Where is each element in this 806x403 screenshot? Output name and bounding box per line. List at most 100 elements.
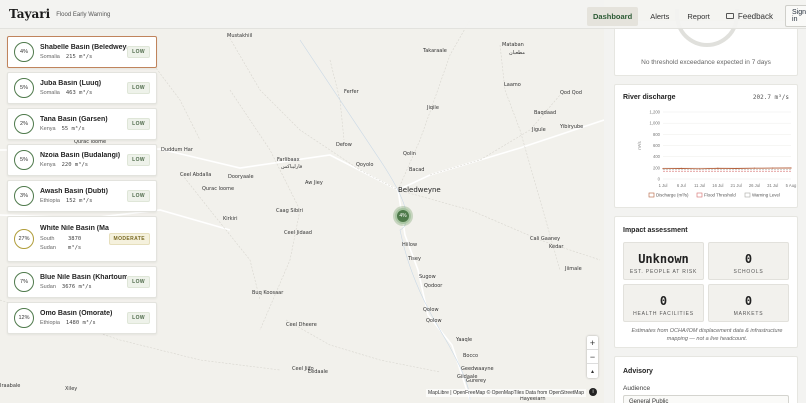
- map-place-label: Dooryaale: [228, 174, 254, 180]
- basin-card[interactable]: 12% Omo Basin (Omorate) Ethiopia 1480 m³/s L…: [7, 302, 157, 334]
- map-attribution[interactable]: MapLibre | OpenFreeMap © OpenMapTiles Da…: [426, 389, 586, 397]
- legend-swatch: [744, 192, 751, 198]
- y-tick-label: 0: [658, 177, 661, 182]
- basin-country: Ethiopia: [40, 320, 60, 326]
- basin-discharge: 220 m³/s: [61, 162, 89, 168]
- tile-health-facilities: 0 Health facilities: [623, 284, 704, 322]
- basin-country: South Sudan: [40, 236, 56, 251]
- series-point: [680, 167, 682, 169]
- map-place-label: Gurerey: [466, 378, 487, 384]
- basin-marker[interactable]: 4%: [395, 208, 411, 224]
- map-place-label: Geedwaayne: [461, 366, 494, 372]
- alert-level-badge: LOW: [127, 190, 150, 202]
- basin-name: Nzoia Basin (Budalangi): [40, 152, 121, 159]
- health-facilities-value: 0: [659, 294, 668, 308]
- map-place-label: Hiilow: [402, 242, 418, 248]
- map-place-label: Yaaqle: [456, 337, 473, 343]
- legend-swatch: [696, 192, 703, 198]
- audience-label: Audience: [623, 385, 651, 392]
- top-bar: Tayari Flood Early Warning Dashboard Ale…: [0, 0, 806, 29]
- basin-info: White Nile Basin (Malakal) South Sudan 387…: [40, 225, 109, 253]
- risk-percent: 7%: [14, 272, 34, 292]
- map-place-label: Mataban: [502, 42, 524, 48]
- map-place-label: مطعبان: [509, 50, 525, 56]
- tile-people-at-risk: Unknown Est. people at risk: [623, 242, 704, 280]
- y-axis-label: m³/s: [637, 141, 642, 149]
- risk-percent: 12%: [14, 308, 34, 328]
- basin-card[interactable]: 5% Juba Basin (Luuq) Somalia 463 m³/s LOW: [7, 72, 157, 104]
- map-place-label: Takaraale: [423, 48, 447, 54]
- map-place-label: Ceel Dheere: [286, 322, 317, 328]
- basin-name: Blue Nile Basin (Khartoum): [40, 274, 128, 281]
- basin-name: Tana Basin (Garsen): [40, 116, 108, 123]
- map-place-label: Cali Gaaney: [530, 236, 561, 242]
- reset-bearing-button[interactable]: ▴: [587, 364, 598, 378]
- basin-country: Kenya: [40, 162, 56, 168]
- basin-name: Juba Basin (Luuq): [40, 80, 102, 87]
- series-point: [717, 167, 719, 169]
- map-place-label: Baqdaad: [534, 110, 557, 116]
- health-facilities-label: Health facilities: [633, 311, 694, 317]
- basin-info: Juba Basin (Luuq) Somalia 463 m³/s: [40, 80, 127, 96]
- basin-info: Omo Basin (Omorate) Ethiopia 1480 m³/s: [40, 310, 127, 326]
- basin-meta: South Sudan 3870 m³/s: [40, 235, 109, 253]
- basin-name: Awash Basin (Dubti): [40, 188, 108, 195]
- basin-info: Blue Nile Basin (Khartoum) Sudan 3676 m³/s: [40, 274, 127, 290]
- basin-discharge: 215 m³/s: [65, 54, 93, 60]
- basin-card[interactable]: 7% Blue Nile Basin (Khartoum) Sudan 3676 m³…: [7, 266, 157, 298]
- map-place-label: Laamo: [504, 82, 521, 88]
- basin-meta: Ethiopia 152 m³/s: [40, 198, 127, 204]
- basin-country: Somalia: [40, 90, 60, 96]
- x-tick-label: 5 Aug: [786, 183, 797, 188]
- threshold-note: No threshold exceedance expected in 7 da…: [641, 59, 771, 66]
- basin-card[interactable]: 2% Tana Basin (Garsen) Kenya 55 m³/s LOW: [7, 108, 157, 140]
- basin-card[interactable]: 3% Awash Basin (Dubti) Ethiopia 152 m³/s LOW: [7, 180, 157, 212]
- basin-meta: Somalia 463 m³/s: [40, 90, 127, 96]
- risk-percent: 4%: [14, 42, 34, 62]
- zoom-in-button[interactable]: +: [587, 336, 598, 350]
- map-place-label: Ceel Abdalla: [180, 172, 212, 178]
- basin-meta: Ethiopia 1480 m³/s: [40, 320, 127, 326]
- basin-card[interactable]: 27% White Nile Basin (Malakal) South Sudan…: [7, 216, 157, 262]
- x-tick-label: 16 Jul: [712, 183, 723, 188]
- map-place-label: Jiqile: [427, 105, 439, 111]
- map-place-label: Bacad: [409, 167, 425, 173]
- map-place-label: Jigule: [532, 127, 546, 133]
- map-place-label: Qolin: [403, 151, 416, 157]
- map-place-label: Aw Jiey: [305, 180, 323, 186]
- river-discharge-title: River discharge: [623, 94, 676, 101]
- x-tick-label: 1 Jul: [659, 183, 668, 188]
- river-discharge-card: River discharge 202.7 m³/s 0 200 400 600 800…: [614, 84, 798, 208]
- alert-level-badge: LOW: [127, 118, 150, 130]
- alert-level-badge: LOW: [127, 46, 150, 58]
- schools-label: Schools: [733, 269, 764, 275]
- detail-panel: No threshold exceedance expected in 7 da…: [604, 0, 806, 403]
- basin-discharge: 463 m³/s: [65, 90, 93, 96]
- basin-discharge: 3870 m³/s: [68, 236, 82, 251]
- zoom-out-button[interactable]: −: [587, 350, 598, 364]
- tile-markets: 0 Markets: [708, 284, 789, 322]
- tab-report[interactable]: Report: [681, 7, 716, 26]
- attribution-info-icon[interactable]: i: [589, 388, 597, 396]
- series-point: [772, 167, 774, 169]
- map-place-label: Qodoor: [424, 283, 443, 289]
- alert-level-badge: LOW: [127, 82, 150, 94]
- basin-country: Somalia: [40, 54, 60, 60]
- sign-in-button[interactable]: Sign in: [785, 5, 806, 27]
- basin-card[interactable]: 5% Nzoia Basin (Budalangi) Kenya 220 m³/s LO…: [7, 144, 157, 176]
- series-point: [790, 167, 792, 169]
- map-place-label: Qolow: [423, 307, 439, 313]
- map-place-label: Kirkiri: [223, 216, 238, 222]
- map-place-label: Mustakhiil: [227, 33, 253, 39]
- y-tick-label: 1,000: [650, 121, 661, 126]
- basin-card[interactable]: 4% Shabelle Basin (Beledweyne) Somalia 215 …: [7, 36, 157, 68]
- feedback-button[interactable]: Feedback: [725, 12, 773, 21]
- impact-title: Impact assessment: [623, 227, 688, 234]
- tab-dashboard[interactable]: Dashboard: [587, 6, 639, 26]
- tab-alerts[interactable]: Alerts: [644, 7, 675, 26]
- y-tick-label: 200: [653, 165, 661, 170]
- basin-country: Ethiopia: [40, 198, 60, 204]
- map-place-label: Tisey: [408, 256, 421, 262]
- audience-select[interactable]: General Public: [623, 395, 789, 403]
- map-place-label: Kedar: [549, 244, 564, 250]
